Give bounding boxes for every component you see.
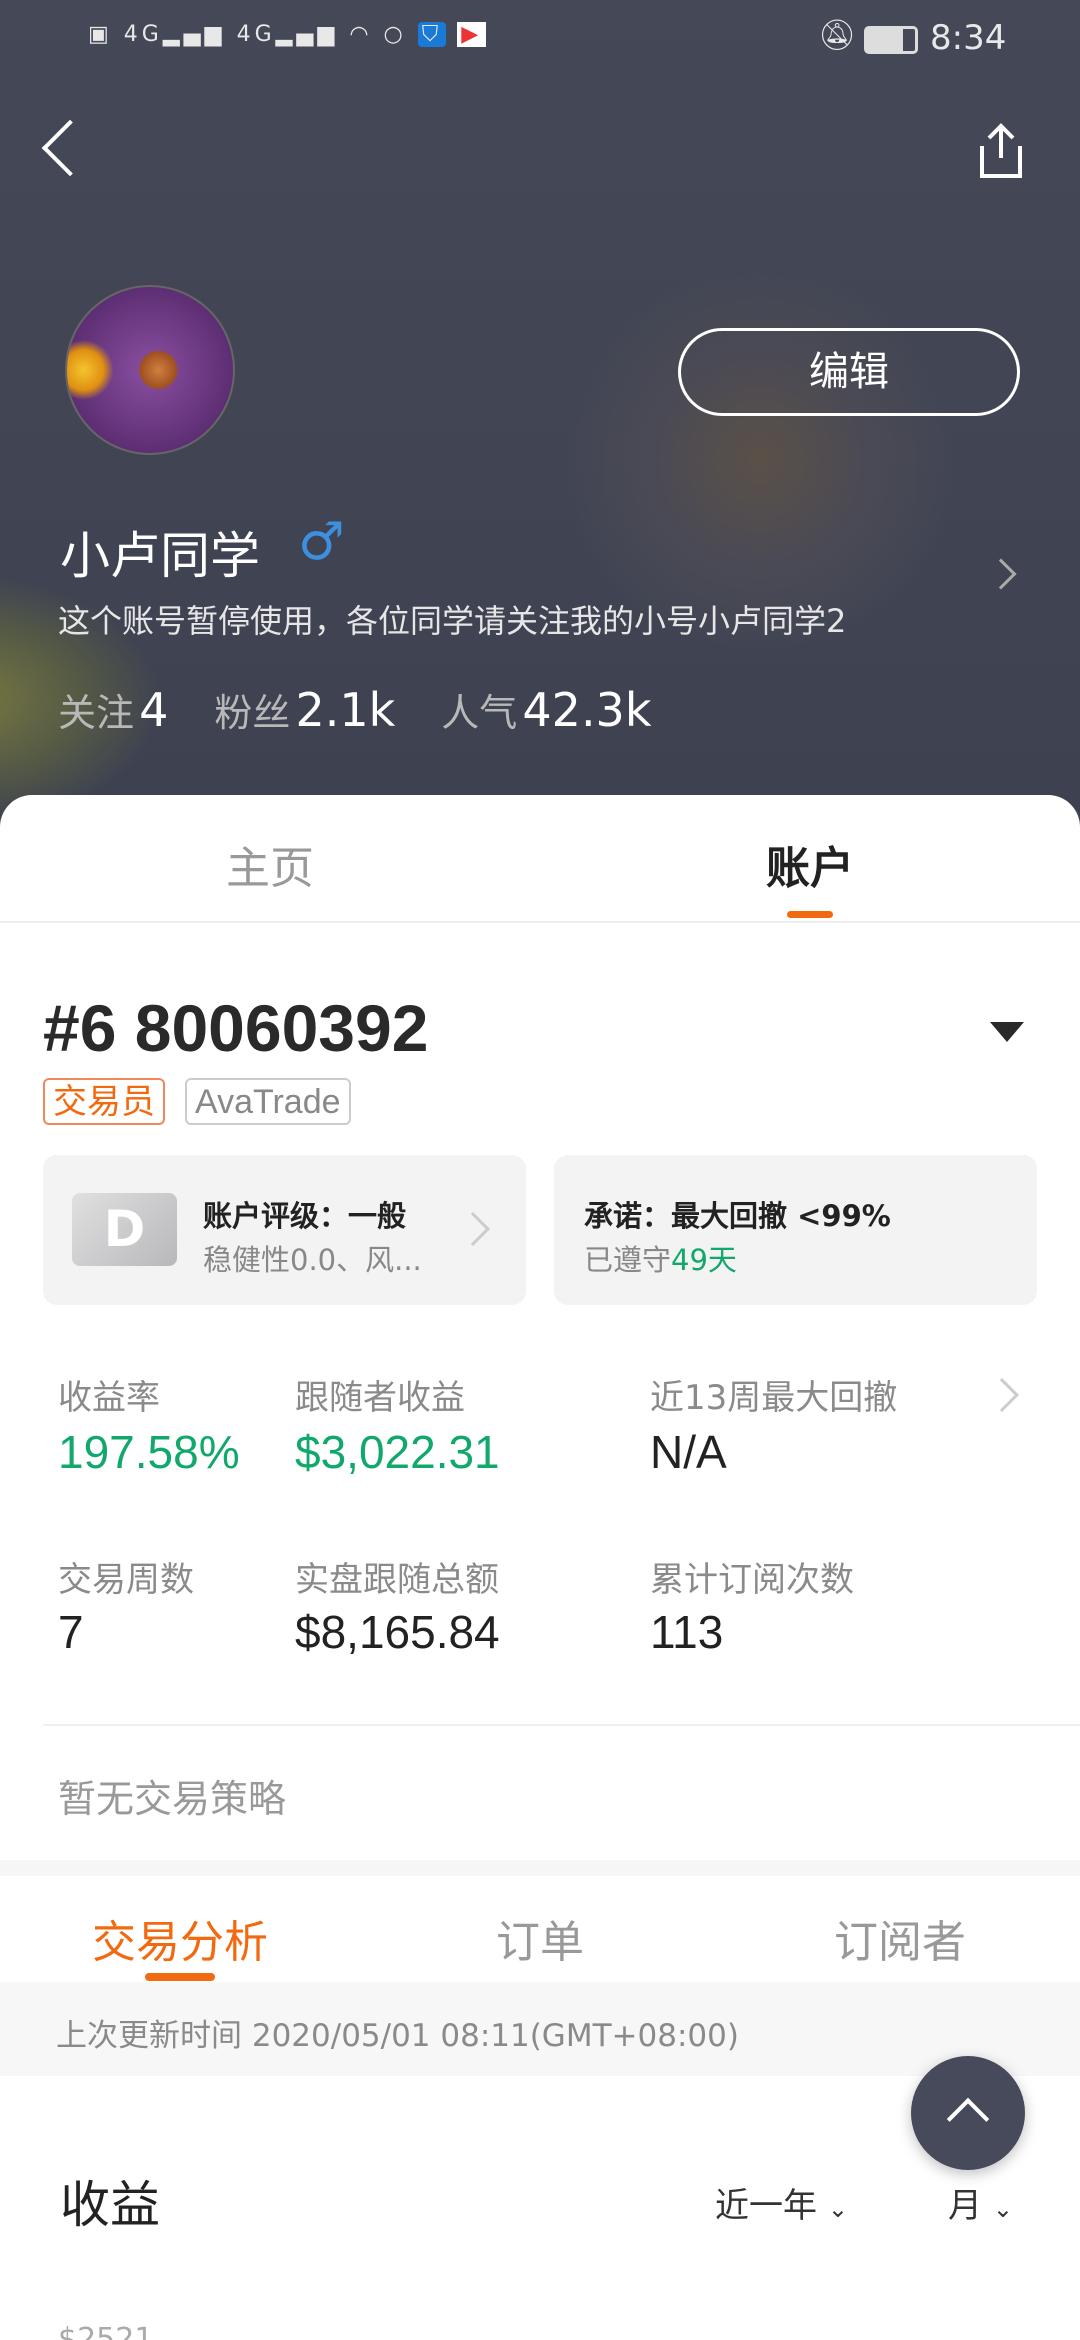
metric-subscriptions: 113 <box>650 1606 724 1658</box>
metric-label: 实盘跟随总额 <box>295 1560 499 1600</box>
period-dropdown[interactable]: 月 ⌄ <box>948 2178 1013 2227</box>
rating-title: 账户评级：一般 <box>203 1199 407 1233</box>
chevron-up-icon <box>946 2097 990 2141</box>
youku-app-icon: ▶ <box>457 22 487 47</box>
promise-title: 承诺：最大回撤 <99% <box>584 1199 891 1233</box>
rating-card[interactable]: D 账户评级：一般 稳健性0.0、风... <box>43 1155 526 1305</box>
tab-trade-analysis[interactable]: 交易分析 <box>60 1906 300 1970</box>
metric-return-rate: 197.58% <box>58 1426 240 1478</box>
bell-muted-icon: 🔕︎ <box>818 18 857 53</box>
chevron-down-icon: ⌄ <box>992 2195 1013 2223</box>
rating-subtitle: 稳健性0.0、风... <box>203 1243 422 1277</box>
metric-follower-profit: $3,022.31 <box>295 1426 500 1478</box>
share-icon <box>980 123 1022 178</box>
share-button[interactable] <box>976 122 1026 180</box>
metric-label: 交易周数 <box>58 1560 194 1600</box>
account-dropdown-triangle[interactable] <box>990 1022 1024 1042</box>
earnings-title: 收益 <box>60 2176 160 2234</box>
metric-label: 收益率 <box>58 1378 160 1418</box>
shield-app-icon: ⛉ <box>417 22 447 47</box>
divider <box>0 921 1080 923</box>
promise-card: 承诺：最大回撤 <99% 已遵守49天 <box>554 1155 1037 1305</box>
strategy-text: 暂无交易策略 <box>58 1777 287 1821</box>
profile-name: 小卢同学 <box>60 527 260 585</box>
chevron-right-icon <box>456 1212 490 1246</box>
status-time: 8:34 <box>930 18 1007 58</box>
tab-home[interactable]: 主页 <box>170 832 370 896</box>
update-bar: 上次更新时间 2020/05/01 08:11(GMT+08:00) <box>0 1982 1080 2076</box>
tab-orders[interactable]: 订单 <box>440 1906 640 1970</box>
divider <box>43 1724 1080 1726</box>
metric-label: 近13周最大回撤 <box>650 1378 898 1418</box>
status-icons-left: ▣ 4G▂▄▆ 4G▂▄▆ ◠ ○ ⛉ ▶ <box>88 22 487 47</box>
metric-label: 跟随者收益 <box>295 1378 465 1418</box>
metric-trading-weeks: 7 <box>58 1606 84 1658</box>
profile-stats: 关注 4 粉丝 2.1k 人气 42.3k <box>58 682 651 737</box>
avatar[interactable] <box>65 285 235 455</box>
male-gender-icon: ♂ <box>298 512 345 572</box>
metric-max-drawdown: N/A <box>650 1426 727 1478</box>
tab-account[interactable]: 账户 <box>710 832 910 896</box>
tab-active-indicator <box>787 911 833 918</box>
subtab-active-indicator <box>145 1973 215 1981</box>
battery-icon <box>864 26 918 54</box>
metric-label: 累计订阅次数 <box>650 1560 854 1600</box>
promise-status: 已遵守49天 <box>584 1243 737 1277</box>
range-dropdown[interactable]: 近一年 ⌄ <box>715 2178 848 2227</box>
rating-badge: D <box>72 1193 177 1266</box>
account-number: #6 80060392 <box>43 991 429 1065</box>
profile-bio: 这个账号暂停使用，各位同学请关注我的小号小卢同学2 <box>58 602 847 640</box>
chevron-down-icon: ⌄ <box>827 2195 848 2223</box>
metric-follow-total: $8,165.84 <box>295 1606 500 1658</box>
section-gap <box>0 1860 1080 1876</box>
tab-subscribers[interactable]: 订阅者 <box>800 1906 1000 1970</box>
stat-fans[interactable]: 粉丝 2.1k <box>214 682 395 737</box>
stat-following[interactable]: 关注 4 <box>58 682 168 737</box>
scroll-to-top-button[interactable] <box>911 2056 1025 2170</box>
trader-tag: 交易员 <box>43 1078 165 1125</box>
update-time: 上次更新时间 2020/05/01 08:11(GMT+08:00) <box>56 2018 739 2054</box>
broker-tag: AvaTrade <box>185 1078 351 1125</box>
stat-popularity: 人气 42.3k <box>441 683 652 737</box>
edit-button[interactable]: 编辑 <box>678 328 1020 416</box>
chart-axis-label: $2521 <box>58 2322 154 2340</box>
